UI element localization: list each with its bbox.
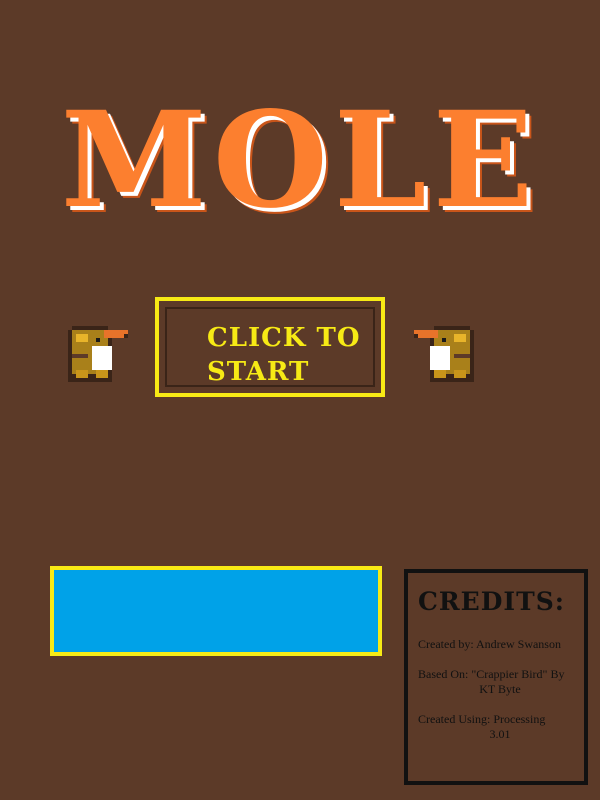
credits-created-using-line-2: 3.01 — [489, 727, 511, 741]
credits-created-using: Created Using: Processing 3.01 — [418, 712, 582, 742]
mole-icon-right — [414, 326, 474, 382]
credits-based-on-line-2: KT Byte — [479, 682, 521, 696]
start-button-label: CLICK TO START — [207, 321, 372, 389]
credits-created-using-line-1: Created Using: Processing — [418, 712, 546, 726]
credits-heading: CREDITS: — [418, 587, 565, 616]
blue-panel — [50, 566, 382, 656]
credits-based-on: Based On: "Crappier Bird" By KT Byte — [418, 667, 582, 697]
game-title: MOLE — [60, 83, 540, 238]
credits-created-by: Created by: Andrew Swanson — [418, 637, 561, 651]
mole-icon-left — [68, 326, 128, 382]
start-button[interactable]: CLICK TO START — [155, 297, 385, 397]
start-button-line-1: CLICK TO — [207, 323, 361, 353]
credits-based-on-line-1: Based On: "Crappier Bird" By — [418, 667, 565, 681]
credits-panel: CREDITS: Created by: Andrew Swanson Base… — [404, 569, 588, 785]
start-button-line-2: START — [207, 357, 310, 387]
